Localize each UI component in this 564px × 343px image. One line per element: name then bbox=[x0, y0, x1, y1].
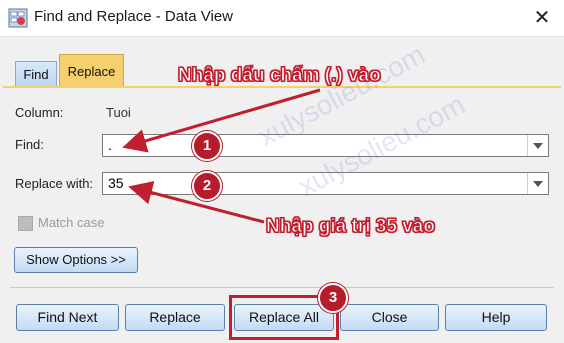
show-options-button[interactable]: Show Options >> bbox=[14, 247, 138, 273]
step-1-badge: 1 bbox=[192, 131, 222, 161]
replace-button[interactable]: Replace bbox=[125, 304, 225, 331]
step-2-badge: 2 bbox=[192, 171, 222, 201]
close-button[interactable]: Close bbox=[340, 304, 439, 331]
button-divider bbox=[10, 287, 554, 288]
replace-input[interactable]: 35 bbox=[108, 175, 124, 191]
step-3-badge: 3 bbox=[318, 283, 348, 313]
tab-find[interactable]: Find bbox=[15, 61, 57, 88]
find-input[interactable]: . bbox=[108, 137, 112, 153]
replace-annotation-text: Nhập giá trị 35 vào bbox=[266, 216, 436, 238]
title-bar: Find and Replace - Data View ✕ bbox=[0, 0, 564, 37]
match-case-checkbox[interactable] bbox=[18, 216, 33, 231]
spss-app-icon bbox=[8, 8, 28, 28]
help-button[interactable]: Help bbox=[445, 304, 547, 331]
match-case-label: Match case bbox=[38, 215, 105, 230]
close-window-icon[interactable]: ✕ bbox=[528, 4, 556, 32]
find-label: Find: bbox=[15, 137, 44, 152]
find-annotation-text: Nhập dấu chấm (.) vào bbox=[178, 65, 382, 87]
find-next-button[interactable]: Find Next bbox=[16, 304, 119, 331]
replace-label: Replace with: bbox=[15, 176, 94, 191]
window-title: Find and Replace - Data View bbox=[34, 8, 233, 25]
column-label: Column: bbox=[15, 105, 64, 120]
column-value: Tuoi bbox=[106, 105, 131, 120]
tab-replace[interactable]: Replace bbox=[59, 54, 124, 88]
replace-dropdown-arrow-icon[interactable] bbox=[527, 173, 548, 194]
find-dropdown-arrow-icon[interactable] bbox=[527, 135, 548, 156]
find-replace-dialog: Find and Replace - Data View ✕ Find Repl… bbox=[0, 0, 564, 343]
find-combobox[interactable]: . bbox=[102, 134, 549, 157]
